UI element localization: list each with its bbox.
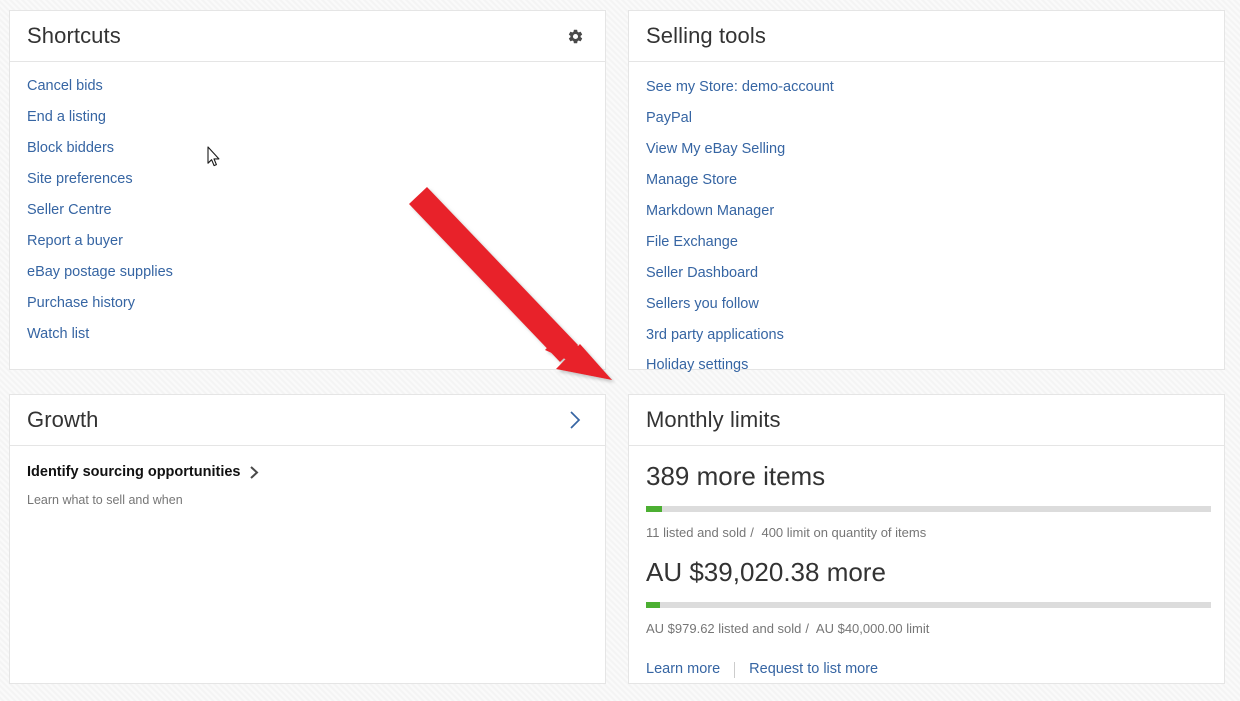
learn-more-link[interactable]: Learn more — [646, 661, 720, 678]
shortcuts-panel: Shortcuts Cancel bids End a listing Bloc… — [9, 10, 606, 370]
actions-divider — [734, 661, 736, 678]
monthly-limits-panel-header: Monthly limits — [629, 395, 1224, 446]
selling-tool-link-sellers-you-follow[interactable]: Sellers you follow — [646, 296, 759, 312]
list-item: 3rd party applications — [646, 327, 1207, 344]
list-item: Manage Store — [646, 172, 1207, 189]
list-item: Seller Dashboard — [646, 265, 1207, 282]
selling-tool-link-markdown-manager[interactable]: Markdown Manager — [646, 203, 774, 219]
list-item: File Exchange — [646, 234, 1207, 251]
list-item: Holiday settings — [646, 357, 1207, 374]
selling-tool-link-3rd-party-applications[interactable]: 3rd party applications — [646, 327, 784, 343]
list-item: eBay postage supplies — [27, 264, 588, 281]
shortcut-link-block-bidders[interactable]: Block bidders — [27, 140, 114, 156]
gear-icon[interactable] — [563, 24, 587, 48]
items-limit-used: 11 listed and sold — [646, 524, 747, 540]
amount-limit-block: AU $39,020.38 more AU $979.62 listed and… — [646, 556, 1211, 636]
request-to-list-more-link[interactable]: Request to list more — [749, 661, 878, 678]
dashboard-grid: Shortcuts Cancel bids End a listing Bloc… — [0, 0, 1240, 701]
list-item: Markdown Manager — [646, 203, 1207, 220]
selling-tools-link-list: See my Store: demo-account PayPal View M… — [646, 79, 1207, 374]
list-item: Sellers you follow — [646, 296, 1207, 313]
selling-tool-link-holiday-settings[interactable]: Holiday settings — [646, 357, 748, 373]
list-item: Block bidders — [27, 140, 588, 157]
amount-limit-progress-fill — [646, 601, 660, 608]
items-limit-headline: 389 more items — [646, 461, 826, 491]
list-item: See my Store: demo-account — [646, 79, 1207, 96]
shortcut-link-ebay-postage-supplies[interactable]: eBay postage supplies — [27, 264, 173, 280]
shortcut-link-purchase-history[interactable]: Purchase history — [27, 295, 135, 311]
selling-tool-link-see-my-store[interactable]: See my Store: demo-account — [646, 79, 834, 95]
amount-limit-used: AU $979.62 listed and sold — [646, 620, 802, 636]
list-item: Site preferences — [27, 171, 588, 188]
chevron-right-icon[interactable] — [563, 408, 587, 432]
shortcut-link-cancel-bids[interactable]: Cancel bids — [27, 78, 103, 94]
amount-limit-caption-separator: / — [805, 620, 810, 636]
selling-tools-panel-header: Selling tools — [629, 11, 1224, 62]
list-item: View My eBay Selling — [646, 141, 1207, 158]
items-limit-block: 389 more items 11 listed and sold/ 400 l… — [646, 461, 1211, 540]
growth-panel-header: Growth — [10, 395, 605, 446]
monthly-limits-panel: Monthly limits 389 more items 11 listed … — [628, 394, 1225, 684]
shortcuts-link-list: Cancel bids End a listing Block bidders … — [27, 78, 588, 342]
selling-tool-link-manage-store[interactable]: Manage Store — [646, 172, 737, 188]
monthly-limits-actions: Learn more Request to list more — [646, 661, 1207, 678]
items-limit-progress-fill — [646, 505, 662, 512]
growth-opportunity-row[interactable]: Identify sourcing opportunities — [27, 464, 588, 480]
list-item: Purchase history — [27, 295, 588, 312]
items-limit-progress-bar — [646, 505, 1211, 512]
selling-tool-link-file-exchange[interactable]: File Exchange — [646, 234, 738, 250]
selling-tools-panel: Selling tools See my Store: demo-account… — [628, 10, 1225, 373]
growth-panel-body: Identify sourcing opportunities Learn wh… — [10, 446, 605, 517]
shortcuts-panel-body: Cancel bids End a listing Block bidders … — [10, 62, 605, 352]
list-item: Report a buyer — [27, 233, 588, 250]
shortcut-link-report-a-buyer[interactable]: Report a buyer — [27, 233, 123, 249]
selling-tool-link-view-my-ebay-selling[interactable]: View My eBay Selling — [646, 141, 785, 157]
selling-tools-panel-body: See my Store: demo-account PayPal View M… — [629, 62, 1224, 384]
list-item: Watch list — [27, 326, 588, 343]
list-item: End a listing — [27, 109, 588, 126]
items-limit-caption-separator: / — [750, 524, 754, 540]
amount-limit-headline: AU $39,020.38 more — [646, 556, 886, 587]
growth-panel: Growth Identify sourcing opportunities L… — [9, 394, 606, 684]
shortcut-link-site-preferences[interactable]: Site preferences — [27, 171, 133, 187]
shortcuts-panel-title: Shortcuts — [27, 23, 121, 48]
chevron-right-icon[interactable] — [249, 465, 259, 480]
growth-panel-title: Growth — [27, 407, 99, 432]
list-item: Seller Centre — [27, 202, 588, 219]
shortcut-link-watch-list[interactable]: Watch list — [27, 326, 89, 342]
amount-limit-total: AU $40,000.00 limit — [815, 620, 930, 636]
list-item: Cancel bids — [27, 78, 588, 95]
selling-tool-link-paypal[interactable]: PayPal — [646, 110, 692, 126]
monthly-limits-panel-title: Monthly limits — [646, 407, 781, 432]
items-limit-caption: 11 listed and sold/ 400 limit on quantit… — [646, 525, 1207, 540]
amount-limit-caption: AU $979.62 listed and sold / AU $40,000.0… — [646, 621, 1207, 636]
shortcut-link-end-a-listing[interactable]: End a listing — [27, 109, 106, 125]
monthly-limits-panel-body: 389 more items 11 listed and sold/ 400 l… — [629, 446, 1224, 688]
selling-tools-panel-title: Selling tools — [646, 23, 766, 48]
shortcuts-panel-header: Shortcuts — [10, 11, 605, 62]
amount-limit-progress-bar — [646, 601, 1211, 608]
items-limit-total: 400 limit on quantity of items — [761, 524, 927, 540]
selling-tool-link-seller-dashboard[interactable]: Seller Dashboard — [646, 265, 758, 281]
growth-opportunity-title[interactable]: Identify sourcing opportunities — [27, 464, 240, 480]
list-item: PayPal — [646, 110, 1207, 127]
growth-opportunity-subtitle: Learn what to sell and when — [27, 493, 183, 507]
shortcut-link-seller-centre[interactable]: Seller Centre — [27, 202, 112, 218]
